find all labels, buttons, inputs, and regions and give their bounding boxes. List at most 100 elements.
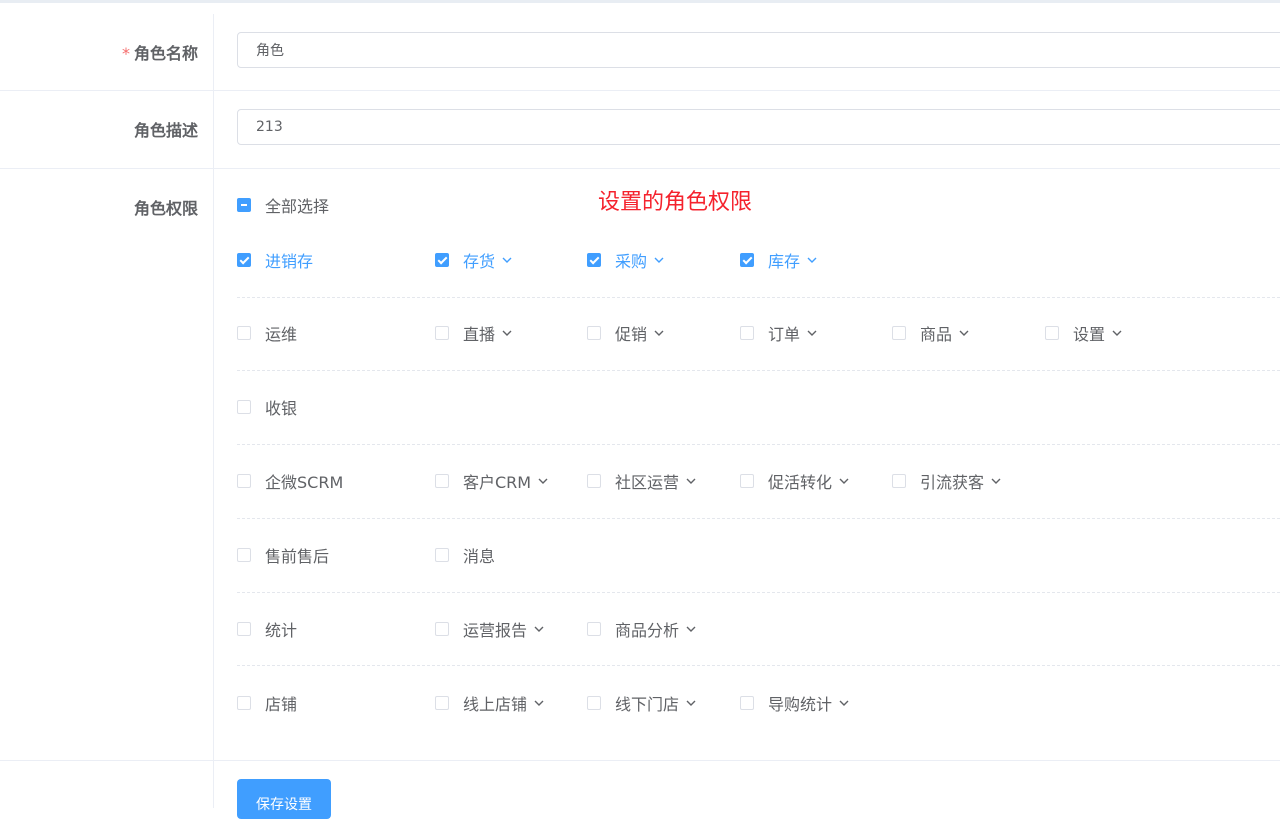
checkbox-icon[interactable] (587, 474, 601, 488)
permission-item-checkbox[interactable]: 客户CRM (435, 471, 549, 492)
permission-item-checkbox[interactable]: 线上店铺 (435, 693, 545, 714)
chevron-down-icon[interactable] (990, 475, 1002, 487)
permission-item-checkbox[interactable]: 商品 (892, 323, 970, 344)
permission-label: 商品分析 (615, 621, 680, 640)
chevron-down-icon[interactable] (653, 327, 665, 339)
chevron-down-icon[interactable] (533, 623, 545, 635)
permission-label: 消息 (463, 547, 496, 566)
permission-item-checkbox[interactable]: 社区运营 (587, 471, 697, 492)
permission-label: 进销存 (265, 252, 314, 271)
permission-group-checkbox[interactable]: 统计 (237, 619, 298, 640)
checkbox-icon[interactable] (587, 696, 601, 710)
permission-label: 导购统计 (768, 695, 833, 714)
permission-label: 客户CRM (463, 473, 532, 492)
chevron-down-icon[interactable] (685, 623, 697, 635)
role-desc-input[interactable] (237, 109, 1280, 145)
checked-checkbox-icon[interactable] (237, 253, 251, 267)
group-separator (237, 592, 1280, 593)
permission-group-checkbox[interactable]: 企微SCRM (237, 471, 343, 492)
checkbox-icon[interactable] (740, 696, 754, 710)
permission-label: 存货 (463, 252, 496, 271)
checkbox-icon[interactable] (587, 622, 601, 636)
permission-item-checkbox[interactable]: 采购 (587, 250, 665, 271)
checked-checkbox-icon[interactable] (435, 253, 449, 267)
checkbox-icon[interactable] (587, 326, 601, 340)
checkbox-icon[interactable] (237, 696, 251, 710)
permission-label: 库存 (768, 252, 801, 271)
permission-group-checkbox[interactable]: 售前售后 (237, 545, 330, 566)
permission-group-checkbox[interactable]: 收银 (237, 397, 297, 418)
permission-label: 统计 (265, 621, 298, 640)
checkbox-icon[interactable] (435, 696, 449, 710)
role-permissions-label: 角色权限 (133, 199, 198, 218)
save-settings-button[interactable]: 保存设置 (237, 779, 331, 819)
checkbox-icon[interactable] (435, 474, 449, 488)
permission-label: 促销 (615, 325, 648, 344)
permission-item-checkbox[interactable]: 消息 (435, 545, 496, 566)
permission-item-checkbox[interactable]: 设置 (1045, 323, 1123, 344)
checkbox-icon[interactable] (740, 326, 754, 340)
group-separator (237, 370, 1280, 371)
permission-label: 订单 (768, 325, 801, 344)
checkbox-icon[interactable] (435, 548, 449, 562)
chevron-down-icon[interactable] (501, 327, 513, 339)
permission-label: 运营报告 (463, 621, 528, 640)
permission-item-checkbox[interactable]: 引流获客 (892, 471, 1002, 492)
checkbox-icon[interactable] (435, 622, 449, 636)
permission-label: 运维 (265, 325, 298, 344)
permission-item-checkbox[interactable]: 导购统计 (740, 693, 850, 714)
permission-label: 直播 (463, 325, 496, 344)
permission-group-checkbox[interactable]: 进销存 (237, 250, 314, 271)
select-all-label: 全部选择 (265, 197, 330, 216)
required-mark: * (121, 44, 130, 63)
checkbox-icon[interactable] (892, 474, 906, 488)
checkbox-icon[interactable] (435, 326, 449, 340)
chevron-down-icon[interactable] (537, 475, 549, 487)
permission-label: 商品 (920, 325, 953, 344)
permission-item-checkbox[interactable]: 运营报告 (435, 619, 545, 640)
permission-label: 促活转化 (768, 473, 833, 492)
checkbox-icon[interactable] (237, 400, 251, 414)
permission-item-checkbox[interactable]: 商品分析 (587, 619, 697, 640)
chevron-down-icon[interactable] (806, 327, 818, 339)
permissions-annotation: 设置的角色权限 (598, 190, 753, 215)
checkbox-icon[interactable] (237, 474, 251, 488)
label-column-divider (213, 14, 214, 808)
permission-item-checkbox[interactable]: 库存 (740, 250, 818, 271)
chevron-down-icon[interactable] (838, 475, 850, 487)
chevron-down-icon[interactable] (1111, 327, 1123, 339)
checked-checkbox-icon[interactable] (740, 253, 754, 267)
role-name-input[interactable] (237, 32, 1280, 68)
chevron-down-icon[interactable] (533, 697, 545, 709)
permission-label: 线下门店 (615, 695, 680, 714)
checkbox-icon[interactable] (740, 474, 754, 488)
chevron-down-icon[interactable] (958, 327, 970, 339)
chevron-down-icon[interactable] (838, 697, 850, 709)
indeterminate-checkbox-icon[interactable] (237, 198, 251, 212)
chevron-down-icon[interactable] (685, 697, 697, 709)
checkbox-icon[interactable] (1045, 326, 1059, 340)
group-separator (237, 665, 1280, 666)
chevron-down-icon[interactable] (501, 254, 513, 266)
permission-item-checkbox[interactable]: 促销 (587, 323, 665, 344)
permission-item-checkbox[interactable]: 线下门店 (587, 693, 697, 714)
permission-label: 售前售后 (265, 547, 330, 566)
permission-item-checkbox[interactable]: 订单 (740, 323, 818, 344)
chevron-down-icon[interactable] (653, 254, 665, 266)
permission-group-checkbox[interactable]: 店铺 (237, 693, 297, 714)
checked-checkbox-icon[interactable] (587, 253, 601, 267)
permission-item-checkbox[interactable]: 直播 (435, 323, 513, 344)
permission-item-checkbox[interactable]: 存货 (435, 250, 513, 271)
permission-group-checkbox[interactable]: 运维 (237, 323, 298, 344)
checkbox-icon[interactable] (237, 622, 251, 636)
chevron-down-icon[interactable] (806, 254, 818, 266)
permission-label: 设置 (1073, 325, 1106, 344)
select-all-checkbox[interactable]: 全部选择 (237, 195, 330, 216)
checkbox-icon[interactable] (892, 326, 906, 340)
role-name-label: * 角色名称 (121, 44, 198, 63)
checkbox-icon[interactable] (237, 326, 251, 340)
checkbox-icon[interactable] (237, 548, 251, 562)
permission-item-checkbox[interactable]: 促活转化 (740, 471, 850, 492)
group-separator (237, 444, 1280, 445)
chevron-down-icon[interactable] (685, 475, 697, 487)
